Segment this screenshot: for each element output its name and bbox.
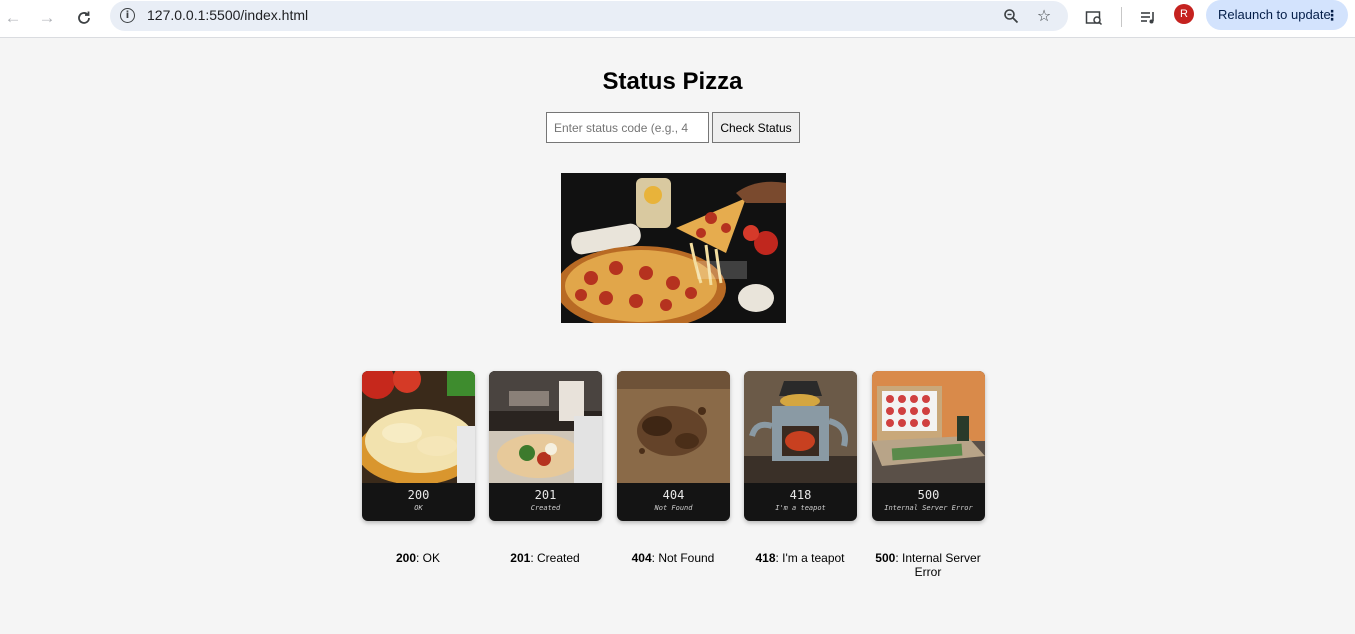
browser-toolbar: ← → i 127.0.0.1:5500/index.html ☆ R Rela… bbox=[0, 0, 1355, 38]
zoom-icon[interactable] bbox=[1000, 5, 1022, 27]
card-photo-200 bbox=[362, 371, 475, 485]
page-title: Status Pizza bbox=[602, 68, 743, 95]
caption-text: : Internal Server Error bbox=[895, 551, 981, 579]
card-photo-201 bbox=[489, 371, 602, 483]
card-message: OK bbox=[414, 504, 423, 512]
status-caption: 201: Created bbox=[480, 551, 610, 565]
card-code: 404 bbox=[662, 488, 685, 502]
reload-icon[interactable] bbox=[71, 5, 97, 31]
card-message: I'm a teapot bbox=[775, 504, 826, 512]
card-message: Created bbox=[530, 504, 561, 512]
hero-pizza-image bbox=[561, 173, 786, 323]
back-icon[interactable]: ← bbox=[0, 5, 26, 31]
card-message: Internal Server Error bbox=[884, 504, 973, 512]
site-info-icon[interactable]: i bbox=[120, 8, 135, 23]
status-caption: 500: Internal Server Error bbox=[863, 551, 993, 579]
caption-text: : Created bbox=[530, 551, 580, 565]
caption-code: 418 bbox=[755, 551, 776, 565]
url-text[interactable]: 127.0.0.1:5500/index.html bbox=[147, 7, 308, 23]
card-photo-500 bbox=[872, 371, 985, 483]
status-card-418[interactable]: 418 I'm a teapot bbox=[744, 371, 857, 521]
caption-code: 200 bbox=[395, 551, 416, 565]
card-code: 418 bbox=[789, 488, 812, 502]
card-code: 200 bbox=[407, 488, 430, 502]
status-caption: 404: Not Found bbox=[608, 551, 738, 565]
address-bar[interactable]: i 127.0.0.1:5500/index.html ☆ bbox=[110, 1, 1068, 31]
profile-avatar[interactable]: R bbox=[1174, 4, 1194, 24]
bookmark-star-icon[interactable]: ☆ bbox=[1033, 5, 1055, 27]
status-caption: 200: OK bbox=[353, 551, 483, 565]
card-code: 500 bbox=[917, 488, 940, 502]
caption-code: 201 bbox=[510, 551, 531, 565]
relaunch-button[interactable]: Relaunch to update ⋮ bbox=[1206, 0, 1348, 30]
check-status-button[interactable]: Check Status bbox=[712, 112, 800, 143]
reading-mode-icon[interactable] bbox=[1081, 5, 1107, 31]
relaunch-label: Relaunch to update bbox=[1218, 7, 1331, 22]
card-photo-404 bbox=[617, 371, 730, 483]
card-code: 201 bbox=[534, 488, 557, 502]
status-card-404[interactable]: 404 Not Found bbox=[617, 371, 730, 521]
card-message: Not Found bbox=[654, 504, 693, 512]
forward-icon[interactable]: → bbox=[34, 5, 60, 31]
status-card-500[interactable]: 500 Internal Server Error bbox=[872, 371, 985, 521]
caption-text: : Not Found bbox=[651, 551, 715, 565]
card-photo-418 bbox=[744, 371, 857, 483]
status-card-200[interactable]: 200 OK bbox=[362, 371, 475, 521]
status-code-input[interactable] bbox=[546, 112, 709, 143]
caption-code: 500 bbox=[875, 551, 896, 565]
caption-text: : I'm a teapot bbox=[775, 551, 845, 565]
media-playlist-icon[interactable] bbox=[1135, 5, 1161, 31]
caption-text: : OK bbox=[416, 551, 441, 565]
caption-code: 404 bbox=[631, 551, 652, 565]
status-card-201[interactable]: 201 Created bbox=[489, 371, 602, 521]
toolbar-divider bbox=[1121, 7, 1122, 27]
more-menu-icon[interactable]: ⋮ bbox=[1325, 0, 1339, 30]
status-caption: 418: I'm a teapot bbox=[735, 551, 865, 565]
